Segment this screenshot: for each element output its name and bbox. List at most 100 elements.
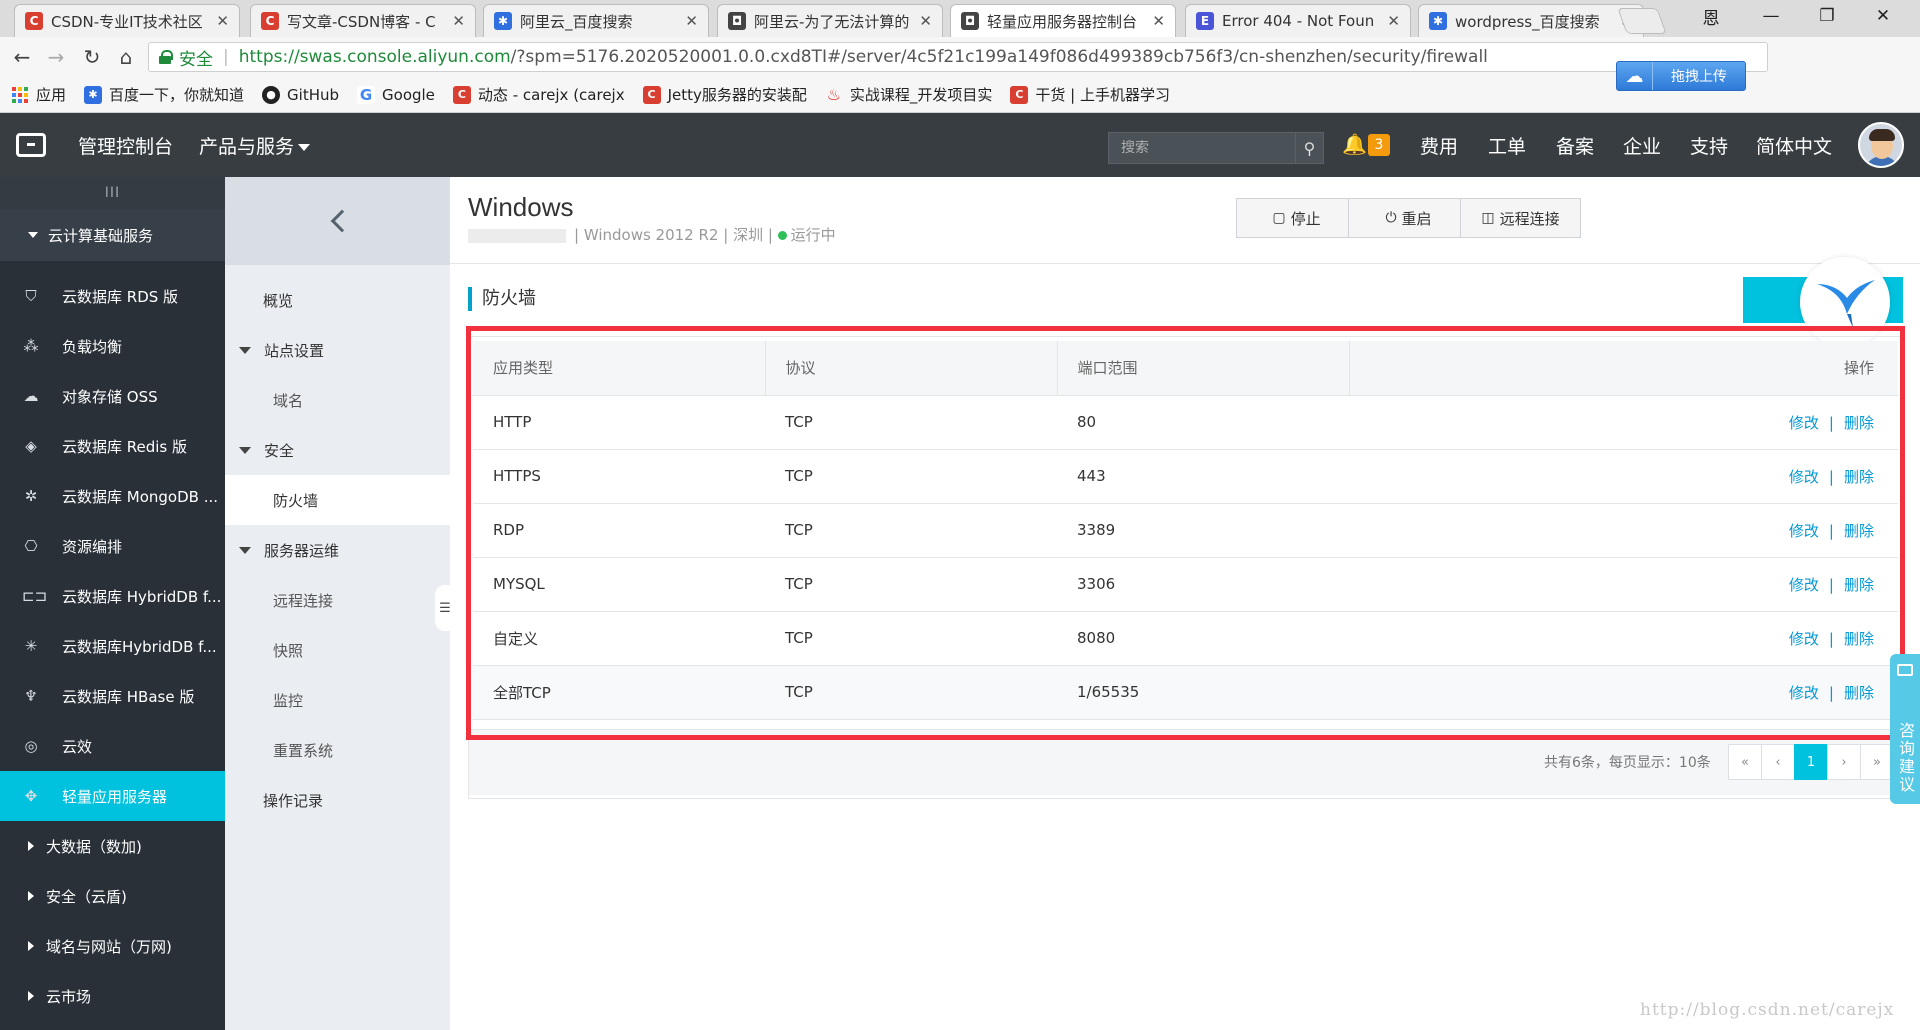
subnav-item[interactable]: 概览 bbox=[225, 275, 450, 325]
edit-rule-link[interactable]: 修改 bbox=[1789, 414, 1819, 432]
page-number-button[interactable]: 1 bbox=[1794, 744, 1828, 780]
subnav-back-button[interactable] bbox=[225, 177, 450, 265]
delete-rule-link[interactable]: 删除 bbox=[1844, 576, 1874, 594]
feedback-tab[interactable]: 咨询建议 bbox=[1890, 654, 1920, 804]
bookmark-item[interactable]: C 动态 - carejx (carejx bbox=[452, 84, 625, 105]
new-tab-button[interactable] bbox=[1617, 8, 1667, 34]
first-page-button[interactable]: « bbox=[1728, 744, 1762, 780]
aliyun-logo-icon[interactable] bbox=[16, 133, 46, 157]
delete-rule-link[interactable]: 删除 bbox=[1844, 630, 1874, 648]
subnav-item[interactable]: 防火墙 bbox=[225, 475, 450, 525]
delete-rule-link[interactable]: 删除 bbox=[1844, 684, 1874, 702]
browser-tab[interactable]: ◘ 阿里云-为了无法计算的 ✕ bbox=[717, 4, 943, 37]
baidu-favicon-icon: ✱ bbox=[494, 12, 512, 30]
close-tab-icon[interactable]: ✕ bbox=[685, 12, 698, 30]
sidebar-subgroup[interactable]: 大数据（数加) bbox=[0, 821, 225, 871]
subnav-item[interactable]: 监控 bbox=[225, 675, 450, 725]
stop-button[interactable]: ▢ 停止 bbox=[1236, 198, 1357, 238]
console-search-input[interactable] bbox=[1109, 140, 1295, 156]
top-link-enterprise[interactable]: 企业 bbox=[1623, 132, 1661, 159]
delete-rule-link[interactable]: 删除 bbox=[1844, 414, 1874, 432]
bell-icon[interactable]: 🔔 bbox=[1342, 132, 1367, 156]
close-tab-icon[interactable]: ✕ bbox=[1387, 12, 1400, 30]
avatar[interactable] bbox=[1858, 122, 1904, 168]
subnav-category[interactable]: 安全 bbox=[225, 425, 450, 475]
search-icon[interactable]: ⚲ bbox=[1295, 133, 1323, 163]
subnav-item[interactable]: 快照 bbox=[225, 625, 450, 675]
back-arrow-icon[interactable]: ← bbox=[8, 43, 36, 71]
bookmark-item[interactable]: ♨ 实战课程_开发项目实 bbox=[825, 84, 993, 105]
top-link-icp[interactable]: 备案 bbox=[1556, 132, 1594, 159]
sidebar-item[interactable]: ✥ 轻量应用服务器 bbox=[0, 771, 225, 821]
sidebar-subgroup[interactable]: 云市场 bbox=[0, 971, 225, 1021]
error-favicon-icon: E bbox=[1196, 12, 1214, 30]
remote-connect-button[interactable]: ◫ 远程连接 bbox=[1460, 198, 1581, 238]
subnav-item[interactable]: 重置系统 bbox=[225, 725, 450, 775]
sidebar-item[interactable]: ◈ 云数据库 Redis 版 bbox=[0, 421, 225, 471]
bird-floating-icon[interactable] bbox=[1800, 257, 1890, 347]
subnav-item[interactable]: 域名 bbox=[225, 375, 450, 425]
edit-rule-link[interactable]: 修改 bbox=[1789, 522, 1819, 540]
maximize-icon[interactable]: ❐ bbox=[1800, 0, 1854, 32]
sidebar-item[interactable]: ◎ 云效 bbox=[0, 721, 225, 771]
subnav-category[interactable]: 服务器运维 bbox=[225, 525, 450, 575]
subnav-item[interactable]: 操作记录 bbox=[225, 775, 450, 825]
profile-indicator[interactable]: 恩 bbox=[1684, 0, 1738, 32]
close-tab-icon[interactable]: ✕ bbox=[216, 12, 229, 30]
top-link-tickets[interactable]: 工单 bbox=[1488, 132, 1526, 159]
top-link-language[interactable]: 简体中文 bbox=[1756, 132, 1832, 159]
edit-rule-link[interactable]: 修改 bbox=[1789, 468, 1819, 486]
bookmark-item[interactable]: ● GitHub bbox=[262, 85, 339, 104]
browser-tab[interactable]: C CSDN-专业IT技术社区 ✕ bbox=[14, 4, 240, 37]
edit-rule-link[interactable]: 修改 bbox=[1789, 630, 1819, 648]
sidebar-subgroup[interactable]: 域名与网站（万网) bbox=[0, 921, 225, 971]
close-tab-icon[interactable]: ✕ bbox=[1152, 12, 1165, 30]
bookmark-item[interactable]: 应用 bbox=[12, 84, 66, 105]
top-link-billing[interactable]: 费用 bbox=[1420, 132, 1458, 159]
notification-badge[interactable]: 3 bbox=[1368, 134, 1390, 156]
restart-button[interactable]: ⏻ 重启 bbox=[1348, 198, 1469, 238]
home-icon[interactable]: ⌂ bbox=[112, 43, 140, 71]
reload-icon[interactable]: ↻ bbox=[78, 43, 106, 71]
delete-rule-link[interactable]: 删除 bbox=[1844, 468, 1874, 486]
prev-page-button[interactable]: ‹ bbox=[1761, 744, 1795, 780]
sidebar-group-cloud-basic[interactable]: 云计算基础服务 bbox=[0, 209, 225, 261]
bookmark-item[interactable]: ✱ 百度一下，你就知道 bbox=[84, 84, 244, 105]
browser-tab[interactable]: C 写文章-CSDN博客 - C ✕ bbox=[250, 4, 476, 37]
bookmark-item[interactable]: C 干货 | 上手机器学习 bbox=[1010, 84, 1170, 105]
drag-upload-button[interactable]: ☁ 拖拽上传 bbox=[1616, 61, 1746, 91]
sidebar-item[interactable]: ⎔ 资源编排 bbox=[0, 521, 225, 571]
subnav-item-label: 安全 bbox=[264, 441, 295, 460]
sidebar-item[interactable]: ⛉ 云数据库 RDS 版 bbox=[0, 271, 225, 321]
url-input[interactable]: 安全 | https://swas.console.aliyun.com/?sp… bbox=[148, 42, 1768, 72]
minimize-icon[interactable]: — bbox=[1744, 0, 1798, 32]
sidebar-item[interactable]: ✲ 云数据库 MongoDB ... bbox=[0, 471, 225, 521]
top-link-support[interactable]: 支持 bbox=[1690, 132, 1728, 159]
sidebar-collapse-toggle[interactable]: III bbox=[0, 177, 225, 209]
bookmark-item[interactable]: G Google bbox=[357, 85, 435, 104]
bookmark-item[interactable]: C Jetty服务器的安装配 bbox=[642, 84, 807, 105]
edit-rule-link[interactable]: 修改 bbox=[1789, 684, 1819, 702]
sidebar-subgroup[interactable]: 安全（云盾) bbox=[0, 871, 225, 921]
subnav-item[interactable]: 远程连接 bbox=[225, 575, 450, 625]
browser-tab[interactable]: ✱ 阿里云_百度搜索 ✕ bbox=[483, 4, 709, 37]
sidebar-item[interactable]: ♆ 云数据库 HBase 版 bbox=[0, 671, 225, 721]
browser-tab[interactable]: ✱wordpress_百度搜索✕ bbox=[1418, 4, 1644, 37]
forward-arrow-icon[interactable]: → bbox=[42, 43, 70, 71]
sidebar-item[interactable]: ✳ 云数据库HybridDB f... bbox=[0, 621, 225, 671]
browser-tab[interactable]: ◘ 轻量应用服务器控制台 ✕ bbox=[950, 4, 1176, 37]
last-page-button[interactable]: » bbox=[1860, 744, 1894, 780]
close-tab-icon[interactable]: ✕ bbox=[919, 12, 932, 30]
sidebar-item[interactable]: ⊏⊐ 云数据库 HybridDB f... bbox=[0, 571, 225, 621]
products-menu[interactable]: 产品与服务 bbox=[199, 132, 311, 159]
subnav-category[interactable]: 站点设置 bbox=[225, 325, 450, 375]
browser-tab[interactable]: E Error 404 - Not Foun ✕ bbox=[1185, 4, 1411, 37]
edit-rule-link[interactable]: 修改 bbox=[1789, 576, 1819, 594]
close-tab-icon[interactable]: ✕ bbox=[452, 12, 465, 30]
delete-rule-link[interactable]: 删除 bbox=[1844, 522, 1874, 540]
sidebar-item[interactable]: ☁ 对象存储 OSS bbox=[0, 371, 225, 421]
console-home-link[interactable]: 管理控制台 bbox=[78, 132, 173, 159]
next-page-button[interactable]: › bbox=[1827, 744, 1861, 780]
close-window-icon[interactable]: ✕ bbox=[1856, 0, 1910, 32]
sidebar-item[interactable]: ⁂ 负载均衡 bbox=[0, 321, 225, 371]
